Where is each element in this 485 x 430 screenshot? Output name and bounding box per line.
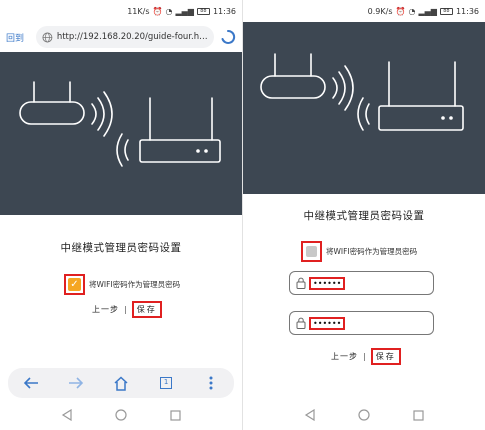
checkmark-icon: ✓: [68, 278, 81, 291]
router-repeater-graphic: [260, 53, 464, 131]
page-title: 中继模式管理员密码设置: [60, 242, 182, 254]
back-triangle-icon[interactable]: [58, 406, 76, 424]
action-row: 上一步 | 保存: [331, 348, 401, 365]
home-icon[interactable]: [110, 372, 132, 394]
alarm-icon: ⏰: [152, 6, 163, 16]
home-circle-icon[interactable]: [112, 406, 130, 424]
home-circle-icon[interactable]: [355, 406, 373, 424]
save-button[interactable]: 保存: [370, 348, 401, 365]
forward-arrow-icon[interactable]: [65, 372, 87, 394]
admin-password-value: ••••••: [309, 276, 346, 290]
more-menu-icon[interactable]: [200, 372, 222, 394]
separator: |: [363, 352, 366, 361]
page-title: 中继模式管理员密码设置: [303, 210, 425, 222]
wifi-icon: ◔: [165, 6, 173, 16]
status-bar: 11K/s ⏰ ◔ ▂▄▆ 88 11:36: [0, 0, 242, 22]
router-illustration: [243, 22, 485, 194]
browser-url-bar: 回到 http://192.168.20.20/guide-four.ht...: [0, 22, 242, 52]
confirm-password-value: ••••••: [309, 316, 346, 330]
wifi-icon: ◔: [408, 6, 416, 16]
signal-icon: ▂▄▆: [175, 6, 194, 16]
tab-count: 1: [160, 377, 173, 389]
clock: 11:36: [455, 6, 479, 16]
lock-icon: [296, 277, 306, 289]
globe-icon: [42, 32, 53, 42]
action-row: 上一步 | 保存: [92, 301, 162, 318]
admin-password-field[interactable]: ••••••: [289, 271, 434, 295]
unchecked-box: [306, 246, 317, 257]
loading-icon[interactable]: [220, 29, 236, 45]
use-wifi-password-row: ✓ 将WIFI密码作为管理员密码: [64, 274, 180, 295]
url-text: http://192.168.20.20/guide-four.ht...: [56, 32, 208, 42]
use-wifi-password-checkbox[interactable]: ✓: [64, 274, 85, 295]
use-wifi-password-row: 将WIFI密码作为管理员密码: [301, 241, 417, 262]
battery-icon: 88: [439, 7, 453, 15]
url-field[interactable]: http://192.168.20.20/guide-four.ht...: [36, 26, 214, 48]
battery-icon: 88: [196, 7, 210, 15]
router-illustration: [0, 52, 242, 215]
save-button[interactable]: 保存: [131, 301, 162, 318]
tabs-button[interactable]: 1: [155, 372, 177, 394]
system-nav-bar: [0, 400, 242, 430]
confirm-password-field[interactable]: ••••••: [289, 311, 434, 335]
router-repeater-graphic: [19, 81, 221, 167]
lock-icon: [296, 317, 306, 329]
right-phone-screen: 0.9K/s ⏰ ◔ ▂▄▆ 88 11:36 中继模式管理员密码设置 将WIF…: [243, 0, 485, 430]
back-arrow-icon[interactable]: [20, 372, 42, 394]
network-speed: 11K/s: [127, 6, 150, 16]
back-triangle-icon[interactable]: [301, 406, 319, 424]
left-phone-screen: 11K/s ⏰ ◔ ▂▄▆ 88 11:36 回到 http://192.168…: [0, 0, 242, 430]
previous-step-link[interactable]: 上一步: [92, 304, 119, 315]
use-wifi-password-label: 将WIFI密码作为管理员密码: [326, 247, 418, 256]
network-speed: 0.9K/s: [367, 6, 393, 16]
signal-icon: ▂▄▆: [418, 6, 437, 16]
back-link[interactable]: 回到: [6, 31, 30, 44]
use-wifi-password-label: 将WIFI密码作为管理员密码: [89, 280, 181, 289]
clock: 11:36: [212, 6, 236, 16]
status-bar: 0.9K/s ⏰ ◔ ▂▄▆ 88 11:36: [243, 0, 485, 22]
previous-step-link[interactable]: 上一步: [331, 351, 358, 362]
separator: |: [124, 305, 127, 314]
alarm-icon: ⏰: [395, 6, 406, 16]
system-nav-bar: [243, 400, 485, 430]
use-wifi-password-checkbox[interactable]: [301, 241, 322, 262]
recents-square-icon[interactable]: [409, 406, 427, 424]
browser-toolbar: 1: [8, 368, 234, 398]
recents-square-icon[interactable]: [166, 406, 184, 424]
